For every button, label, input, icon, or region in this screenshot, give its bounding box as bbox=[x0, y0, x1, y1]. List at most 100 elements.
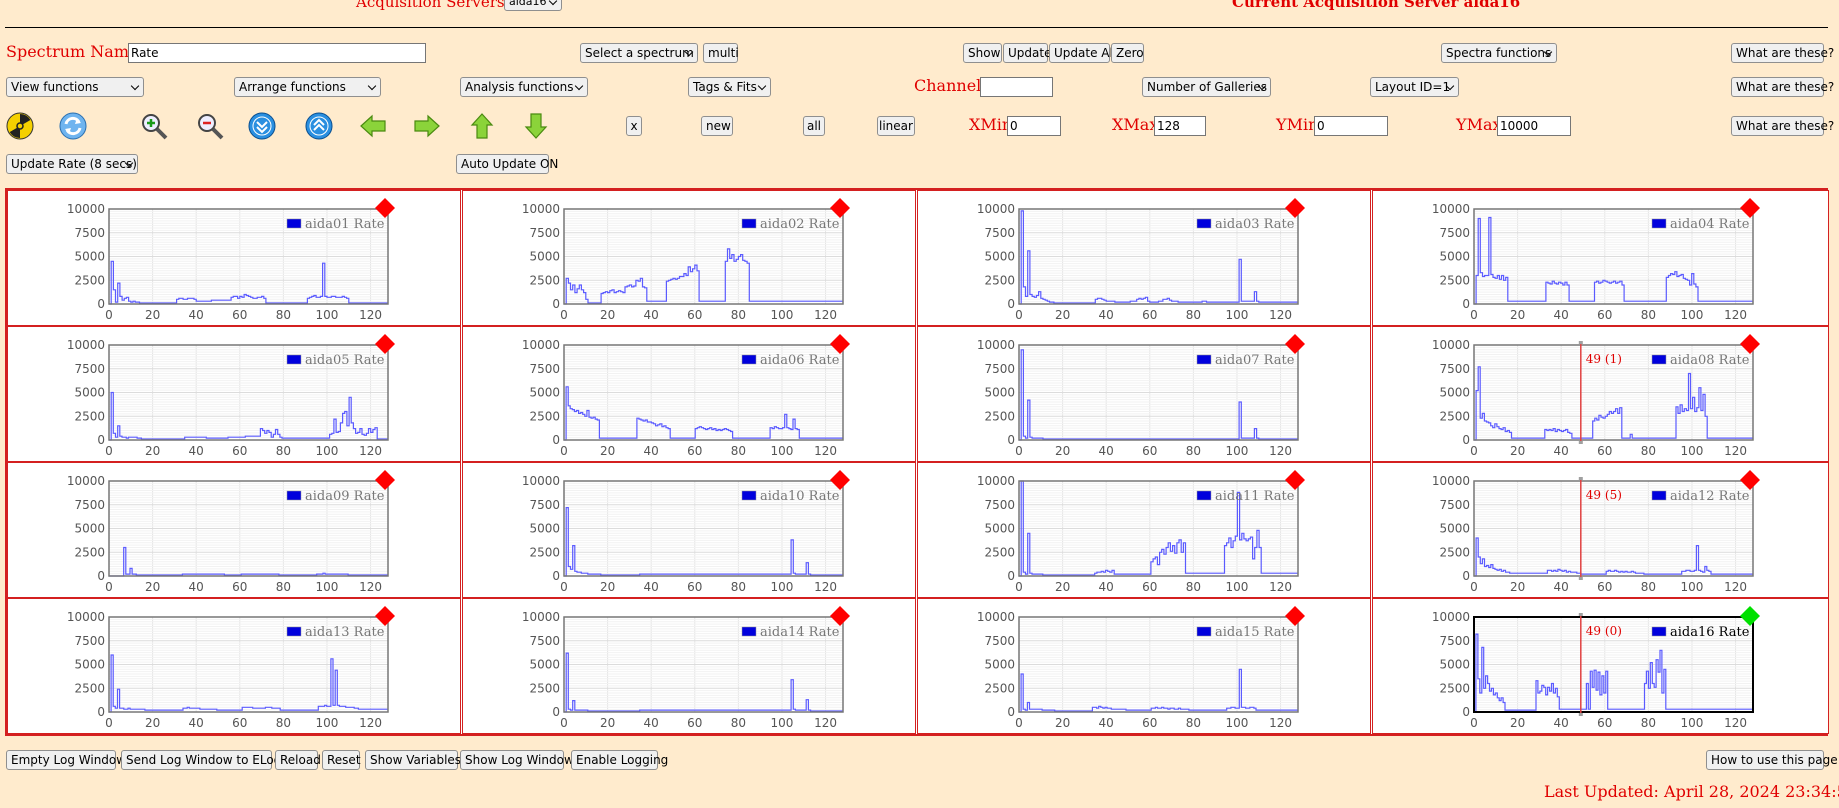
select-spectrum-dropdown[interactable]: Select a spectrum bbox=[580, 43, 698, 63]
arrow-left-icon[interactable] bbox=[359, 112, 387, 140]
analysis-functions-dropdown[interactable]: Analysis functions bbox=[460, 77, 588, 97]
multi-button[interactable]: multi bbox=[703, 43, 739, 63]
spectra-functions-dropdown[interactable]: Spectra functions bbox=[1441, 43, 1557, 63]
reload-button[interactable]: Reload bbox=[275, 750, 321, 770]
header-divider bbox=[5, 27, 1828, 28]
acq-server-select[interactable]: aida16 bbox=[504, 0, 562, 11]
auto-update-button[interactable]: Auto Update ON bbox=[456, 154, 558, 174]
spectrum-cell-9[interactable]: 10000 7500 5000 2500 0 0 20 40 60 80 100 120 aida09 … bbox=[7, 462, 461, 598]
ymax-input[interactable]: 10000 bbox=[1497, 116, 1571, 136]
spectrum-cell-3[interactable]: 10000 7500 5000 2500 0 0 20 40 60 80 100 120 aida03 … bbox=[917, 190, 1371, 326]
spectrum-plot-11[interactable]: 10000 7500 5000 2500 00 20 40 60 80 100 120 aida11 … bbox=[918, 463, 1372, 597]
x-tick-label: 60 bbox=[1597, 580, 1612, 594]
y-tick-label: 0 bbox=[552, 705, 560, 719]
spectrum-cell-4[interactable]: 10000 7500 5000 2500 0 0 20 40 60 80 100 120 aida04 … bbox=[1372, 190, 1829, 326]
spectrum-cell-1[interactable]: 10000 7500 5000 2500 0 0 20 40 60 80 100 120 aida01 … bbox=[7, 190, 461, 326]
spectrum-cell-10[interactable]: 10000 7500 5000 2500 0 0 20 40 60 80 100 120 aida10 … bbox=[462, 462, 916, 598]
arrange-functions-dropdown[interactable]: Arrange functions bbox=[234, 77, 381, 97]
layout-id-dropdown[interactable]: Layout ID=1 bbox=[1370, 77, 1459, 97]
number-of-galleries-dropdown[interactable]: Number of Galleries bbox=[1142, 77, 1271, 97]
spectrum-cell-2[interactable]: 10000 7500 5000 2500 0 0 20 40 60 80 100 120 aida02 … bbox=[462, 190, 916, 326]
all-button[interactable]: all bbox=[803, 116, 825, 136]
spectrum-name-input[interactable]: Rate bbox=[128, 43, 426, 63]
spectrum-cell-6[interactable]: 10000 7500 5000 2500 0 0 20 40 60 80 100 120 aida06 … bbox=[462, 326, 916, 462]
x-tick-label: 120 bbox=[814, 580, 837, 594]
spectrum-plot-7[interactable]: 10000 7500 5000 2500 00 20 40 60 80 100 120 aida07 … bbox=[918, 327, 1372, 461]
spectrum-cell-8[interactable]: 10000 7500 5000 2500 0 0 20 40 60 80 100 120 aida08 … bbox=[1372, 326, 1829, 462]
status-diamond-icon bbox=[830, 198, 850, 218]
reset-button[interactable]: Reset bbox=[322, 750, 361, 770]
x-tick-label: 60 bbox=[1142, 444, 1157, 458]
linear-button[interactable]: linear bbox=[877, 116, 915, 136]
xmax-input[interactable]: 128 bbox=[1154, 116, 1206, 136]
expand-up-icon[interactable] bbox=[305, 112, 333, 140]
spectrum-plot-15[interactable]: 10000 7500 5000 2500 00 20 40 60 80 100 120 aida15 … bbox=[918, 599, 1372, 733]
spectrum-cell-15[interactable]: 10000 7500 5000 2500 0 0 20 40 60 80 100 120 aida15 … bbox=[917, 598, 1371, 734]
y-tick-label: 2500 bbox=[74, 545, 105, 559]
zoom-out-icon[interactable] bbox=[196, 112, 224, 140]
xmin-input[interactable]: 0 bbox=[1007, 116, 1061, 136]
update-button[interactable]: Update bbox=[1003, 43, 1051, 63]
spectrum-plot-8[interactable]: 10000 7500 5000 2500 00 20 40 60 80 100 120 aida08 … bbox=[1373, 327, 1827, 461]
spectrum-plot-13[interactable]: 10000 7500 5000 2500 00 20 40 60 80 100 120 aida13 … bbox=[8, 599, 462, 733]
y-tick-label: 7500 bbox=[74, 634, 105, 648]
send-log-to-elog-button[interactable]: Send Log Window to ELog bbox=[121, 750, 281, 770]
status-diamond-icon bbox=[375, 198, 395, 218]
x-tick-label: 80 bbox=[1186, 444, 1201, 458]
what-are-these-button-1[interactable]: What are these? bbox=[1731, 43, 1834, 63]
spectrum-cell-5[interactable]: 10000 7500 5000 2500 0 0 20 40 60 80 100 120 aida05 … bbox=[7, 326, 461, 462]
update-rate-dropdown[interactable]: Update Rate (8 secs) bbox=[6, 154, 138, 174]
spectrum-cell-12[interactable]: 10000 7500 5000 2500 0 0 20 40 60 80 100 120 aida12 … bbox=[1372, 462, 1829, 598]
spectrum-plot-5[interactable]: 10000 7500 5000 2500 00 20 40 60 80 100 120 aida05 … bbox=[8, 327, 462, 461]
x-tick-label: 20 bbox=[1055, 444, 1070, 458]
ymax-label: YMax bbox=[1456, 115, 1502, 134]
marker-handle bbox=[1578, 577, 1583, 580]
spectrum-plot-2[interactable]: 10000 7500 5000 2500 00 20 40 60 80 100 120 aida02 … bbox=[463, 191, 917, 325]
radiation-icon[interactable] bbox=[6, 112, 34, 140]
spectrum-plot-14[interactable]: 10000 7500 5000 2500 00 20 40 60 80 100 120 aida14 … bbox=[463, 599, 917, 733]
x-tick-label: 20 bbox=[1510, 580, 1525, 594]
tags-fits-dropdown[interactable]: Tags & Fits bbox=[688, 77, 771, 97]
channel-input[interactable] bbox=[980, 77, 1053, 97]
spectrum-cell-7[interactable]: 10000 7500 5000 2500 0 0 20 40 60 80 100 120 aida07 … bbox=[917, 326, 1371, 462]
what-are-these-button-3[interactable]: What are these? bbox=[1731, 116, 1834, 136]
spectrum-cell-13[interactable]: 10000 7500 5000 2500 0 0 20 40 60 80 100 120 aida13 … bbox=[7, 598, 461, 734]
view-functions-dropdown[interactable]: View functions bbox=[6, 77, 144, 97]
spectrum-plot-4[interactable]: 10000 7500 5000 2500 00 20 40 60 80 100 120 aida04 … bbox=[1373, 191, 1827, 325]
y-tick-label: 2500 bbox=[984, 409, 1015, 423]
zero-button[interactable]: Zero bbox=[1111, 43, 1144, 63]
how-to-use-button[interactable]: How to use this page bbox=[1706, 750, 1838, 770]
spectrum-plot-16[interactable]: 10000 7500 5000 2500 00 20 40 60 80 100 120 aida16 … bbox=[1373, 599, 1827, 733]
show-variables-button[interactable]: Show Variables bbox=[365, 750, 461, 770]
spectrum-plot-6[interactable]: 10000 7500 5000 2500 00 20 40 60 80 100 120 aida06 … bbox=[463, 327, 917, 461]
show-button[interactable]: Show bbox=[963, 43, 1002, 63]
empty-log-window-button[interactable]: Empty Log Window bbox=[6, 750, 126, 770]
x-button[interactable]: x bbox=[626, 116, 642, 136]
spectrum-plot-9[interactable]: 10000 7500 5000 2500 00 20 40 60 80 100 120 aida09 … bbox=[8, 463, 462, 597]
x-tick-label: 20 bbox=[600, 308, 615, 322]
spectrum-plot-10[interactable]: 10000 7500 5000 2500 00 20 40 60 80 100 120 aida10 … bbox=[463, 463, 917, 597]
show-log-window-button[interactable]: Show Log Window bbox=[460, 750, 574, 770]
spectrum-plot-12[interactable]: 10000 7500 5000 2500 00 20 40 60 80 100 120 aida12 … bbox=[1373, 463, 1827, 597]
update-all-button[interactable]: Update All bbox=[1049, 43, 1116, 63]
spectrum-cell-14[interactable]: 10000 7500 5000 2500 0 0 20 40 60 80 100 120 aida14 … bbox=[462, 598, 916, 734]
status-diamond-icon bbox=[830, 470, 850, 490]
x-tick-label: 80 bbox=[731, 308, 746, 322]
arrow-right-icon[interactable] bbox=[413, 112, 441, 140]
y-tick-label: 0 bbox=[1462, 705, 1470, 719]
arrow-up-icon[interactable] bbox=[468, 112, 496, 140]
spectrum-plot-3[interactable]: 10000 7500 5000 2500 00 20 40 60 80 100 120 aida03 … bbox=[918, 191, 1372, 325]
spectrum-cell-11[interactable]: 10000 7500 5000 2500 0 0 20 40 60 80 100 120 aida11 … bbox=[917, 462, 1371, 598]
zoom-in-icon[interactable] bbox=[140, 112, 168, 140]
what-are-these-button-2[interactable]: What are these? bbox=[1731, 77, 1834, 97]
ymin-input[interactable]: 0 bbox=[1314, 116, 1388, 136]
current-server-text: Current Acquisition Server aida16 bbox=[1232, 0, 1521, 11]
spectrum-plot-1[interactable]: 10000 7500 5000 2500 00 20 40 60 80 100 120 aida01 … bbox=[8, 191, 462, 325]
new-button[interactable]: new bbox=[701, 116, 733, 136]
arrow-down-icon[interactable] bbox=[522, 112, 550, 140]
expand-down-icon[interactable] bbox=[248, 112, 276, 140]
y-tick-label: 10000 bbox=[522, 338, 560, 352]
refresh-icon[interactable] bbox=[59, 112, 87, 140]
enable-logging-button[interactable]: Enable Logging bbox=[571, 750, 668, 770]
spectrum-cell-16[interactable]: 10000 7500 5000 2500 0 0 20 40 60 80 100 120 aida16 … bbox=[1372, 598, 1829, 734]
